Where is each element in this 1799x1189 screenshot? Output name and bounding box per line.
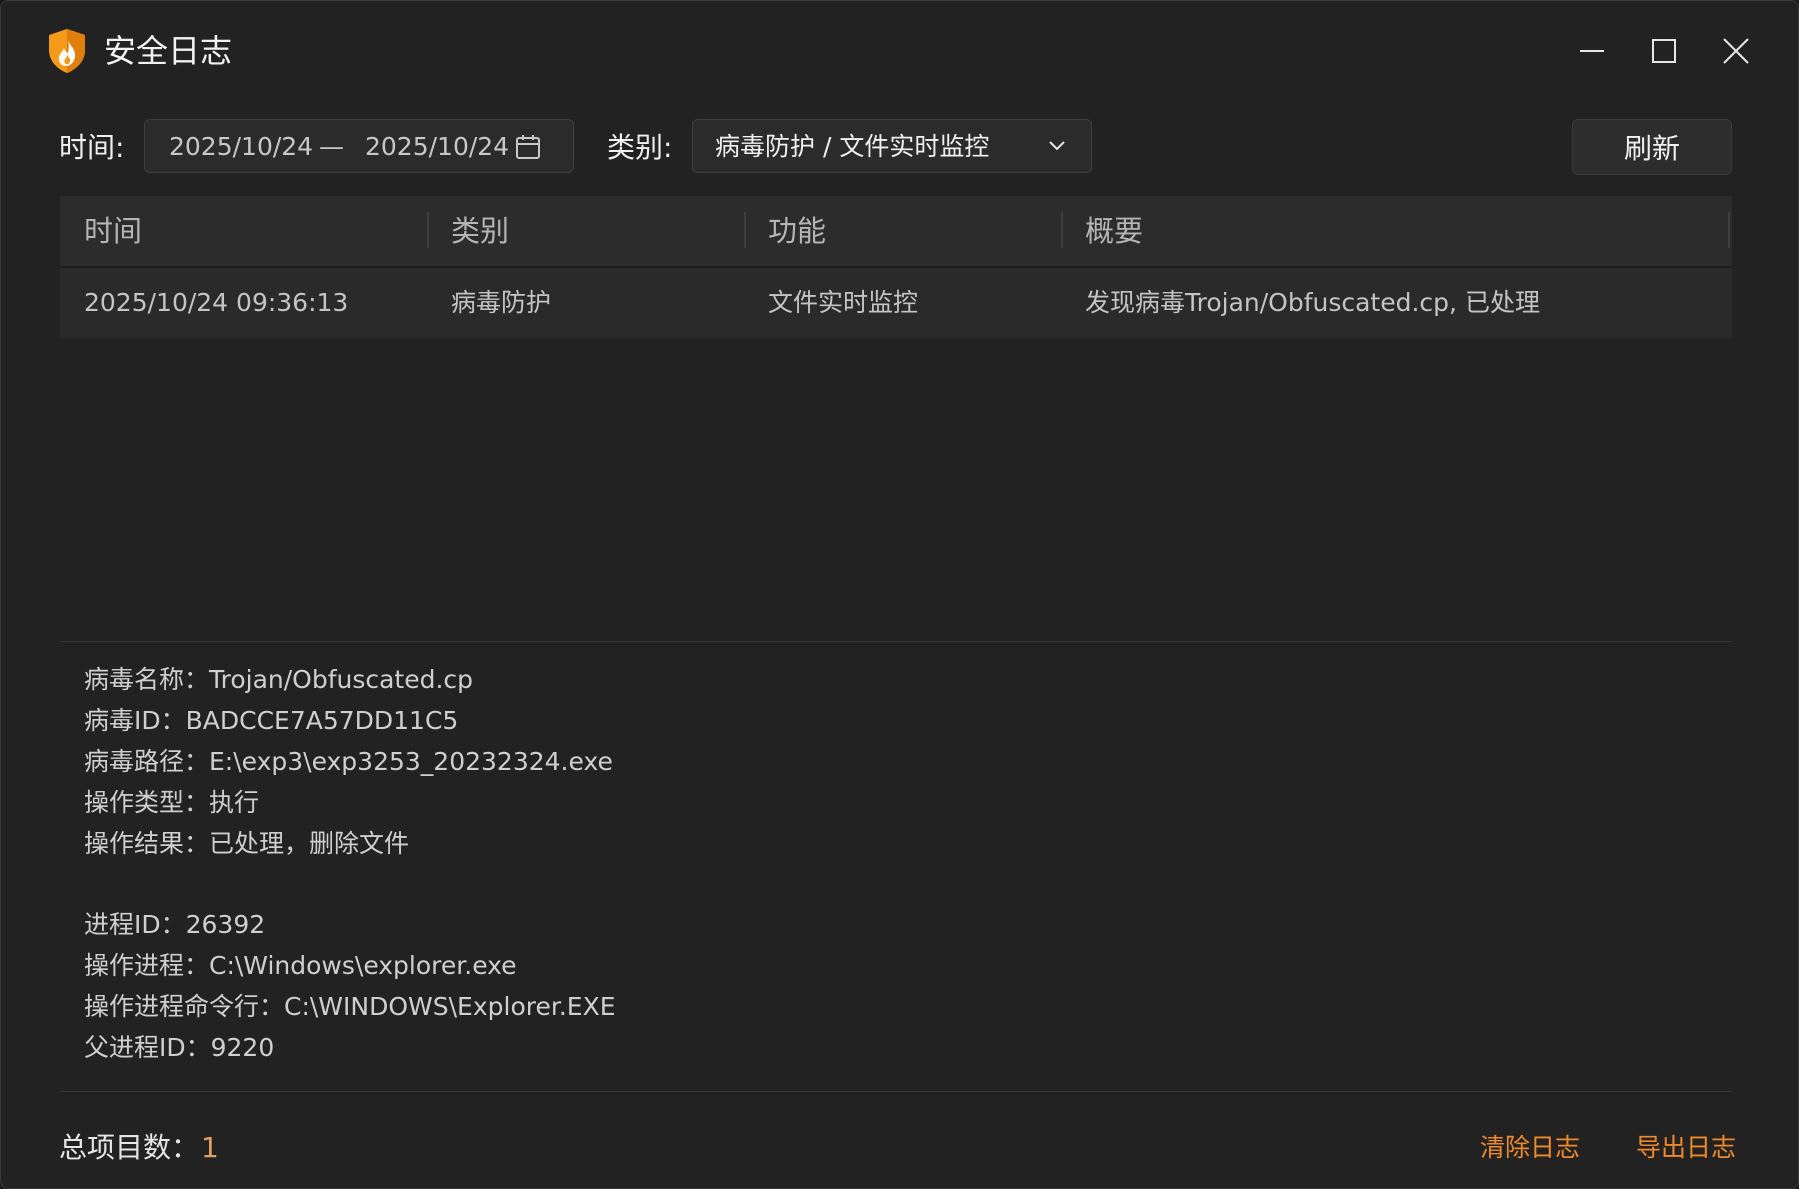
- window-title: 安全日志: [104, 32, 233, 70]
- date-separator: —: [319, 132, 344, 161]
- security-log-window: 安全日志 时间: 2025/10/24 — 2025/10/24 类别: 病毒防…: [0, 0, 1799, 1189]
- export-log-link[interactable]: 导出日志: [1636, 1129, 1736, 1167]
- detail-virus-name: 病毒名称：Trojan/Obfuscated.cp: [84, 665, 474, 694]
- title-bar: 安全日志: [1, 1, 1798, 101]
- log-detail-panel: 病毒名称：Trojan/Obfuscated.cp 病毒ID：BADCCE7A5…: [84, 659, 616, 1068]
- time-filter-label: 时间:: [59, 131, 125, 164]
- detail-operation-type: 操作类型：执行: [84, 788, 260, 817]
- column-divider[interactable]: [1061, 212, 1063, 248]
- cell-summary: 发现病毒Trojan/Obfuscated.cp, 已处理: [1085, 288, 1540, 317]
- category-selected-value: 病毒防护 / 文件实时监控: [715, 132, 990, 161]
- detail-process: 操作进程：C:\Windows\explorer.exe: [84, 951, 517, 980]
- detail-virus-id: 病毒ID：BADCCE7A57DD11C5: [84, 706, 459, 735]
- cell-function: 文件实时监控: [768, 288, 919, 317]
- cell-time: 2025/10/24 09:36:13: [84, 288, 349, 317]
- cell-category: 病毒防护: [451, 288, 552, 317]
- date-start[interactable]: 2025/10/24: [169, 132, 313, 162]
- chevron-down-icon: [1047, 138, 1067, 157]
- minimize-button[interactable]: [1564, 23, 1620, 79]
- maximize-button[interactable]: [1636, 23, 1692, 79]
- category-filter-label: 类别:: [607, 131, 673, 164]
- app-shield-flame-icon: [47, 28, 87, 74]
- column-divider[interactable]: [427, 212, 429, 248]
- footer-divider: [60, 1091, 1732, 1092]
- column-divider[interactable]: [1728, 212, 1730, 248]
- close-icon: [1723, 38, 1749, 64]
- column-divider[interactable]: [744, 212, 746, 248]
- refresh-button[interactable]: 刷新: [1572, 119, 1732, 175]
- section-divider: [60, 641, 1732, 642]
- close-button[interactable]: [1708, 23, 1764, 79]
- date-end[interactable]: 2025/10/24: [365, 132, 509, 162]
- detail-process-id: 进程ID：26392: [84, 910, 266, 939]
- category-dropdown[interactable]: 病毒防护 / 文件实时监控: [692, 119, 1092, 173]
- total-items-count: 1: [201, 1131, 219, 1164]
- maximize-icon: [1652, 39, 1676, 63]
- table-row[interactable]: 2025/10/24 09:36:13 病毒防护 文件实时监控 发现病毒Troj…: [60, 268, 1732, 338]
- column-header-category[interactable]: 类别: [451, 211, 509, 251]
- table-header: 时间 类别 功能 概要: [60, 196, 1732, 268]
- total-items-label: 总项目数：: [59, 1131, 200, 1164]
- log-table: 时间 类别 功能 概要 2025/10/24 09:36:13 病毒防护 文件实…: [60, 196, 1732, 338]
- detail-spacer: [84, 864, 616, 904]
- detail-parent-process-id: 父进程ID：9220: [84, 1033, 275, 1062]
- date-range-picker[interactable]: 2025/10/24 — 2025/10/24: [144, 119, 574, 173]
- detail-process-cmdline: 操作进程命令行：C:\WINDOWS\Explorer.EXE: [84, 992, 616, 1021]
- clear-log-link[interactable]: 清除日志: [1480, 1129, 1580, 1167]
- calendar-icon[interactable]: [515, 134, 541, 164]
- detail-virus-path: 病毒路径：E:\exp3\exp3253_20232324.exe: [84, 747, 613, 776]
- detail-operation-result: 操作结果：已处理，删除文件: [84, 829, 410, 858]
- column-header-function[interactable]: 功能: [768, 211, 826, 251]
- minimize-icon: [1580, 50, 1604, 52]
- column-header-summary[interactable]: 概要: [1085, 211, 1143, 251]
- column-header-time[interactable]: 时间: [84, 211, 142, 251]
